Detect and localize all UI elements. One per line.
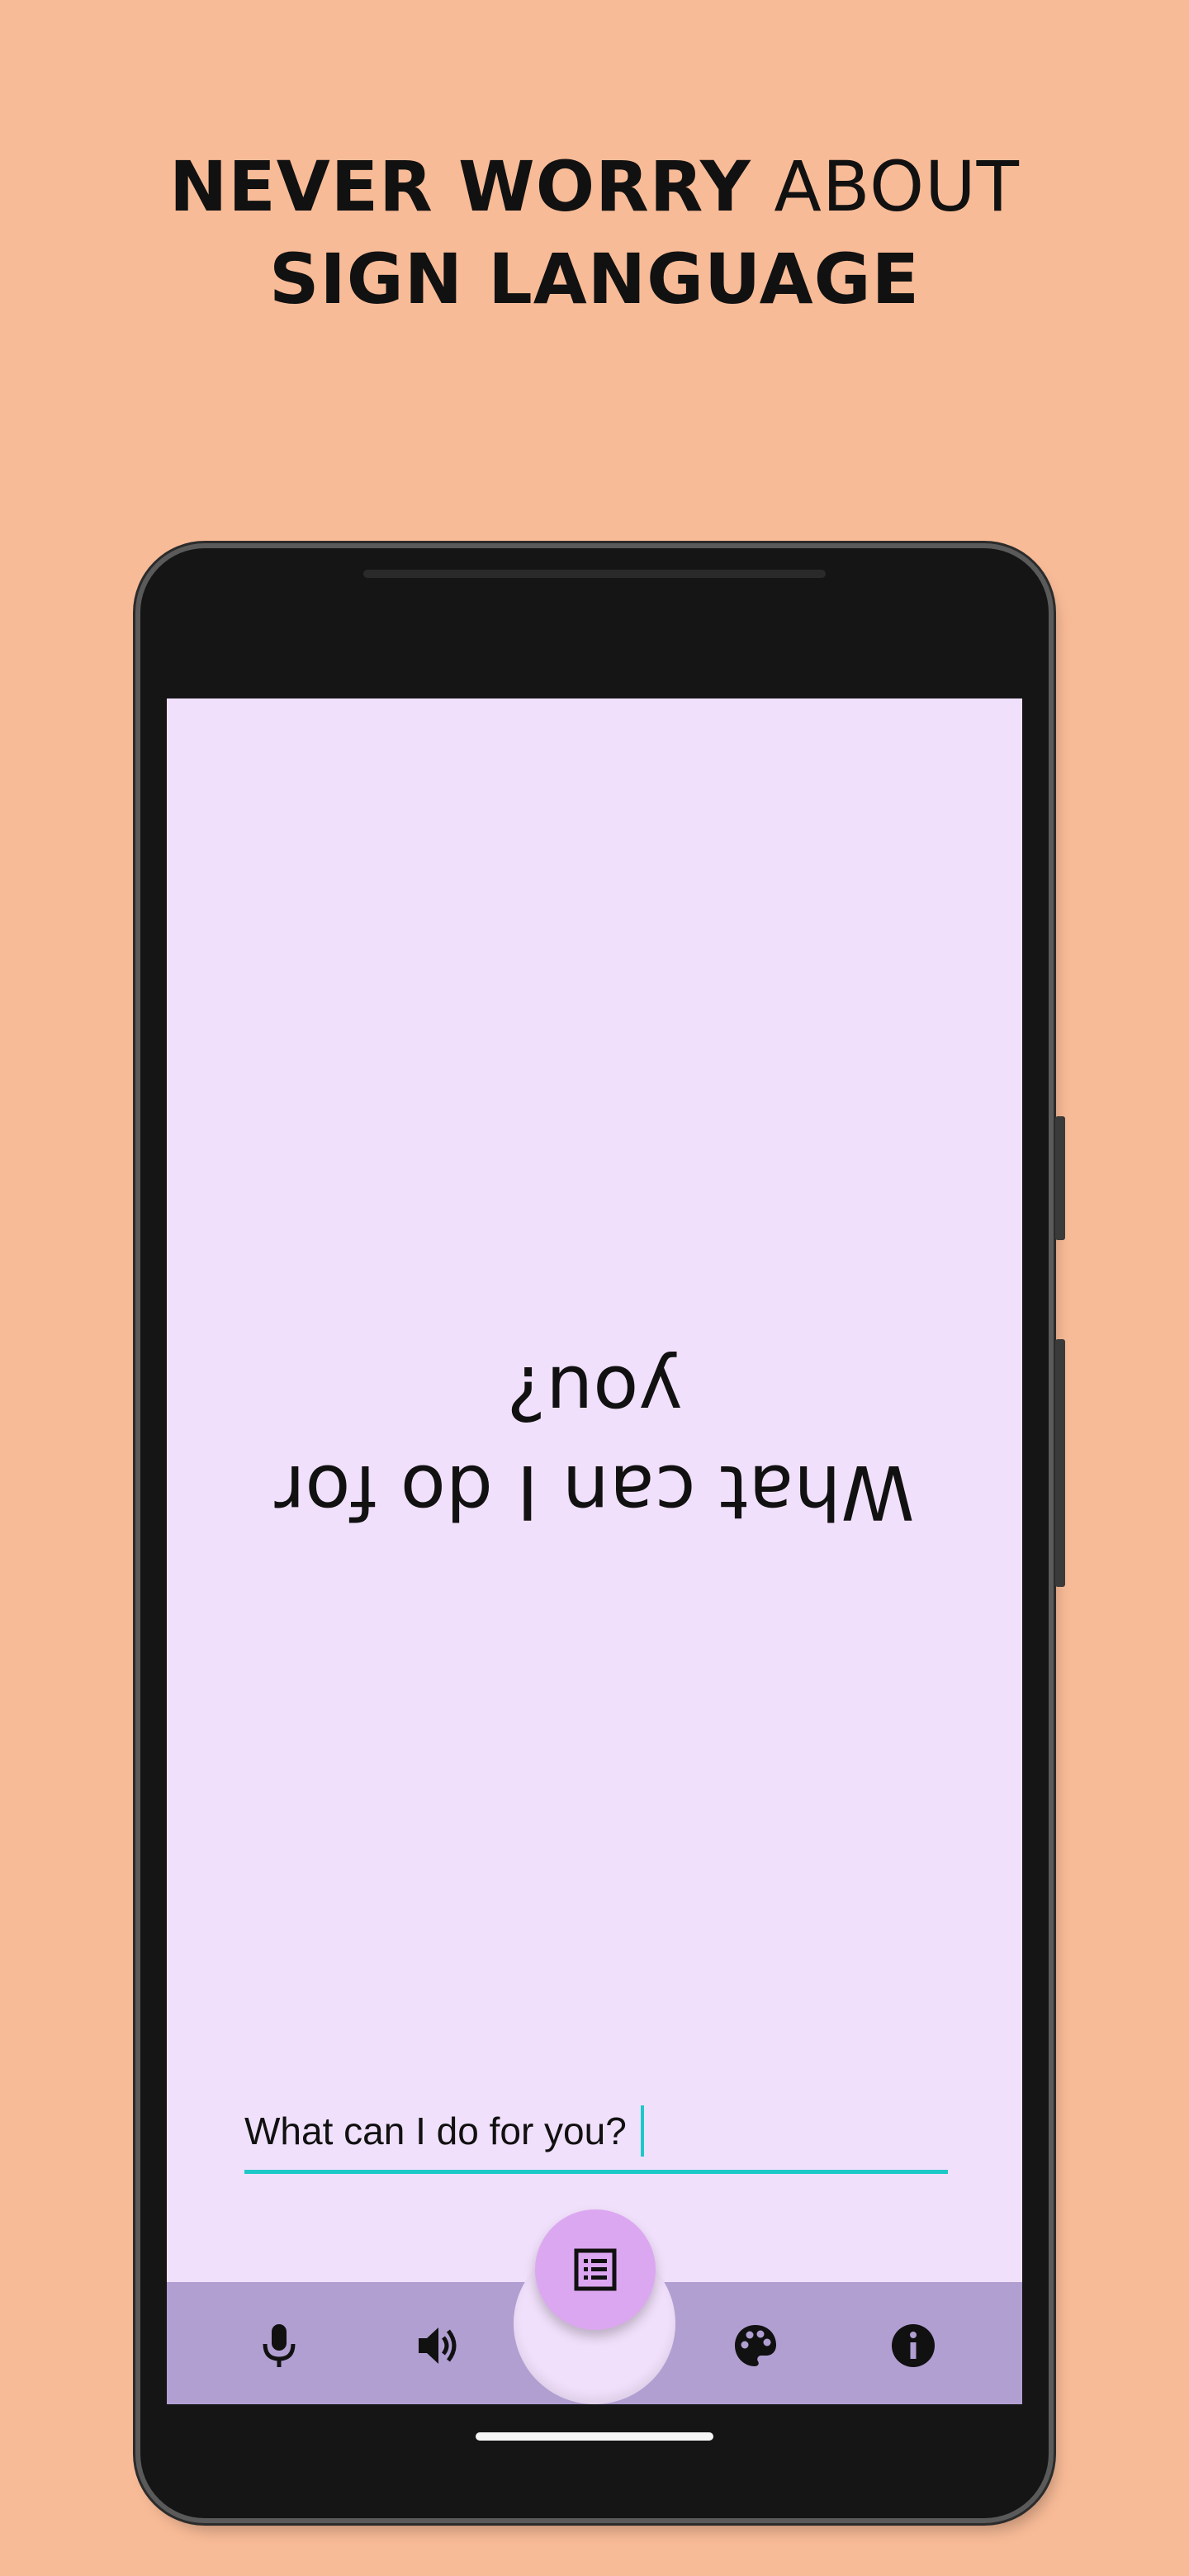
headline-line-1: NEVER WORRY ABOUT — [0, 140, 1189, 233]
promo-headline: NEVER WORRY ABOUT SIGN LANGUAGE — [0, 140, 1189, 325]
text-caret — [641, 2105, 644, 2157]
volume-button — [1055, 1116, 1065, 1240]
message-input[interactable] — [244, 2102, 948, 2160]
microphone-icon[interactable] — [250, 2317, 308, 2375]
headline-bold-text: NEVER WORRY — [169, 146, 751, 227]
list-icon — [574, 2248, 617, 2291]
app-screen: What can I do for you? — [167, 698, 1022, 2404]
flipped-text-line-2: you? — [506, 1349, 683, 1436]
phone-frame: What can I do for you? — [140, 548, 1065, 2518]
list-fab-button[interactable] — [535, 2209, 656, 2330]
headline-light-text: ABOUT — [751, 146, 1020, 227]
power-button — [1055, 1339, 1065, 1587]
speaker-volume-icon[interactable] — [410, 2317, 467, 2375]
message-input-container — [244, 2094, 948, 2174]
home-indicator[interactable] — [476, 2432, 713, 2441]
headline-line-2: SIGN LANGUAGE — [269, 239, 920, 320]
flipped-display-text: What can I do for you? — [167, 1342, 1022, 1541]
flipped-text-line-1: What can I do for — [274, 1448, 915, 1535]
info-icon[interactable] — [884, 2317, 942, 2375]
palette-icon[interactable] — [727, 2317, 784, 2375]
phone-speaker — [363, 570, 826, 578]
